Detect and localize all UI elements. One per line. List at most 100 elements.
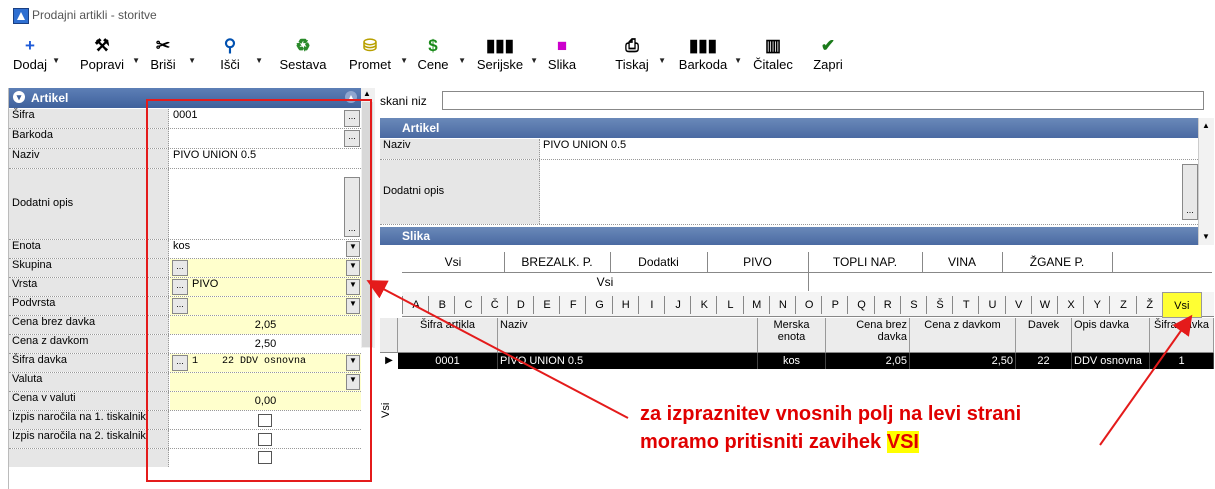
detail-slika-header[interactable]: Slika (380, 227, 1198, 245)
table-cell[interactable]: PIVO UNION 0.5 (498, 353, 758, 369)
enota-select[interactable]: kos (170, 240, 361, 258)
subgroup-tab[interactable]: Vsi (402, 273, 809, 291)
chevron-down-icon[interactable]: ▼ (530, 56, 538, 65)
barkoda-input[interactable] (170, 129, 361, 148)
toolbar-button-slika[interactable]: ■ Slika (542, 32, 582, 88)
letter-tab[interactable]: V (1004, 296, 1032, 314)
letter-tab[interactable]: N (768, 296, 796, 314)
chevron-down-icon[interactable]: ▼ (346, 241, 360, 257)
letter-tab[interactable]: P (821, 296, 848, 314)
chevron-down-icon[interactable]: ▼ (188, 56, 196, 65)
valuta-select[interactable] (170, 373, 361, 391)
letter-tab[interactable]: G (585, 296, 612, 314)
letter-tab[interactable]: W (1030, 296, 1058, 314)
sifra-browse-button[interactable]: ... (344, 110, 360, 127)
chevron-down-icon[interactable]: ▼ (346, 298, 360, 314)
artikel-panel-header[interactable]: ▾ Artikel ▴ (9, 88, 361, 108)
letter-tab[interactable]: I (637, 296, 665, 314)
letter-tab[interactable]: L (716, 296, 743, 314)
barkoda-browse-button[interactable]: ... (344, 130, 360, 147)
letter-tab[interactable]: Q (847, 296, 874, 314)
naziv-input[interactable]: PIVO UNION 0.5 (170, 149, 361, 168)
izpis-1-checkbox[interactable] (258, 414, 272, 427)
toolbar-button-tiskaj[interactable]: ⎙ Tiskaj ▼ (606, 32, 666, 88)
letter-tab[interactable]: A (402, 296, 429, 314)
letter-tab[interactable]: B (428, 296, 455, 314)
table-cell[interactable]: 2,50 (910, 353, 1016, 369)
chevron-down-icon[interactable]: ▼ (658, 56, 666, 65)
scroll-down-icon[interactable]: ▼ (1202, 232, 1210, 241)
detail-scrollbar[interactable]: ▲ ▼ (1198, 118, 1214, 245)
letter-tab[interactable]: J (664, 296, 691, 314)
scrollbar-thumb[interactable] (362, 102, 373, 347)
column-header[interactable]: Cena brez davka (826, 318, 910, 352)
letter-tab[interactable]: S (899, 296, 927, 314)
dodatni-opis-input[interactable] (170, 169, 361, 239)
letter-tab[interactable]: Š (926, 296, 953, 314)
chevron-down-icon[interactable]: ▼ (52, 56, 60, 65)
group-tab[interactable]: TOPLI NAP. (808, 252, 923, 272)
group-tab[interactable]: PIVO (707, 252, 809, 272)
letter-tab[interactable]: E (533, 296, 560, 314)
detail-dodatni-opis-value[interactable] (541, 160, 1198, 224)
toolbar-button-cene[interactable]: $ Cene ▼ (408, 32, 466, 88)
table-cell[interactable]: 1 (1150, 353, 1214, 369)
table-cell[interactable]: DDV osnovna : (1072, 353, 1150, 383)
cena-brez-davka-input[interactable]: 2,05 (170, 316, 361, 334)
group-tab[interactable]: Dodatki (610, 252, 708, 272)
side-tab-label[interactable]: Vsi (380, 378, 394, 418)
panel-splitter-scrollbar[interactable]: ▲ (361, 88, 375, 348)
letter-tab[interactable]: O (795, 296, 822, 314)
toolbar-button-sestava[interactable]: ♻ Sestava (270, 32, 336, 88)
column-header[interactable]: Opis davka (1072, 318, 1150, 352)
letter-tab[interactable]: Y (1083, 296, 1110, 314)
skupina-select[interactable] (170, 259, 361, 277)
letter-tab[interactable]: K (690, 296, 717, 314)
letter-tab[interactable]: C (454, 296, 481, 314)
toolbar-button-zapri[interactable]: ✔ Zapri (808, 32, 848, 88)
scroll-up-icon[interactable]: ▲ (1202, 121, 1210, 130)
scroll-up-icon[interactable]: ▲ (363, 89, 371, 98)
podvrsta-browse-button[interactable]: ... (172, 298, 188, 314)
chevron-down-icon[interactable]: ▼ (458, 56, 466, 65)
table-row[interactable]: ▶ 0001 PIVO UNION 0.5 kos 2,05 2,50 22 DDV osno… (380, 353, 1214, 383)
extra-checkbox[interactable] (258, 451, 272, 464)
toolbar-button-popravi[interactable]: ⚒ Popravi ▼ (72, 32, 140, 88)
column-header[interactable]: Naziv (498, 318, 758, 352)
letter-tab[interactable]: U (978, 296, 1005, 314)
group-tab[interactable]: BREZALK. P. (504, 252, 611, 272)
chevron-down-icon[interactable]: ▼ (346, 260, 360, 276)
letter-tab[interactable]: X (1057, 296, 1084, 314)
collapse-icon[interactable]: ▾ (13, 91, 25, 103)
letter-tab[interactable]: D (506, 296, 534, 314)
group-tab[interactable]: VINA (922, 252, 1003, 272)
table-cell[interactable]: 0001 (398, 353, 498, 369)
chevron-down-icon[interactable]: ▼ (400, 56, 408, 65)
sifra-input[interactable]: 0001 (170, 109, 361, 128)
expand-icon[interactable]: ▴ (345, 91, 357, 103)
chevron-down-icon[interactable]: ▼ (346, 374, 360, 390)
column-header[interactable]: Cena z davkom (910, 318, 1016, 352)
toolbar-button-čitalec[interactable]: ▥ Čitalec (746, 32, 800, 88)
letter-tab[interactable]: Č (480, 296, 508, 314)
detail-naziv-value[interactable]: PIVO UNION 0.5 (541, 139, 1198, 159)
toolbar-button-barkoda[interactable]: ▮▮▮ Barkoda ▼ (672, 32, 742, 88)
cena-v-valuti-input[interactable]: 0,00 (170, 392, 361, 410)
letter-tab[interactable]: Ž (1135, 296, 1163, 314)
cena-z-davkom-input[interactable]: 2,50 (170, 335, 361, 353)
podvrsta-select[interactable] (170, 297, 361, 315)
izpis-2-checkbox[interactable] (258, 433, 272, 446)
group-tab[interactable]: ŽGANE P. (1002, 252, 1113, 272)
letter-tab[interactable]: R (873, 296, 901, 314)
letter-tab[interactable]: M (742, 296, 770, 314)
table-cell[interactable]: 2,05 (826, 353, 910, 369)
letter-tab[interactable]: Z (1109, 296, 1136, 314)
toolbar-button-išči[interactable]: ⚲ Išči ▼ (205, 32, 263, 88)
column-header[interactable]: Merska enota (758, 318, 826, 352)
vrsta-browse-button[interactable]: ... (172, 279, 188, 295)
column-header[interactable]: Šifra davka (1150, 318, 1214, 352)
toolbar-button-dodaj[interactable]: + Dodaj ▼ (8, 32, 60, 88)
group-tab[interactable]: Vsi (402, 252, 505, 272)
detail-artikel-header[interactable]: Artikel (380, 118, 1198, 138)
chevron-down-icon[interactable]: ▼ (734, 56, 742, 65)
